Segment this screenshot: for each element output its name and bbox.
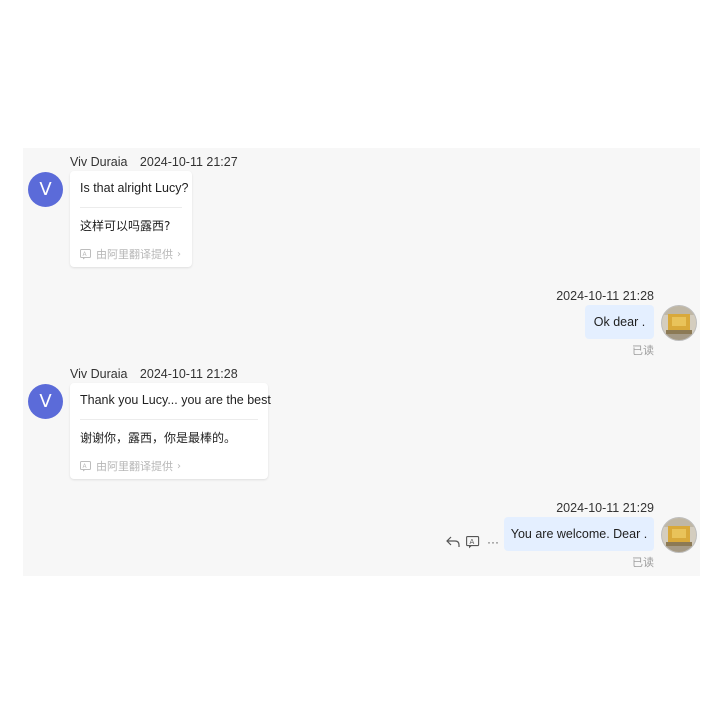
translation-credit[interactable]: A 由阿里翻译提供 › <box>80 458 181 474</box>
incoming-message: Viv Duraia 2024-10-11 21:27 V Is that al… <box>23 148 700 270</box>
message-timestamp: 2024-10-11 21:27 <box>139 155 238 169</box>
avatar[interactable] <box>661 305 697 341</box>
message-meta: Viv Duraia 2024-10-11 21:28 <box>70 367 238 381</box>
avatar[interactable] <box>661 517 697 553</box>
divider <box>80 419 258 420</box>
outgoing-message: 2024-10-11 21:29 A ··· You are welcome. … <box>23 496 700 576</box>
translate-icon[interactable]: A <box>464 534 482 550</box>
read-status: 已读 <box>632 344 654 357</box>
more-icon[interactable]: ··· <box>484 534 502 550</box>
incoming-message: Viv Duraia 2024-10-11 21:28 V Thank you … <box>23 360 700 482</box>
translated-text: 这样可以吗露西? <box>80 219 171 233</box>
message-meta: Viv Duraia 2024-10-11 21:27 <box>70 155 238 169</box>
message-bubble[interactable]: You are welcome. Dear . <box>504 517 654 551</box>
svg-text:A: A <box>83 463 88 470</box>
avatar[interactable]: V <box>28 384 63 419</box>
reply-icon[interactable] <box>444 534 462 550</box>
message-card[interactable]: Is that alright Lucy? 这样可以吗露西? A 由阿里翻译提供… <box>70 171 192 267</box>
read-status: 已读 <box>632 556 654 569</box>
svg-text:A: A <box>470 538 475 546</box>
message-card[interactable]: Thank you Lucy... you are the best 谢谢你，露… <box>70 383 271 479</box>
credit-label: 由阿里翻译提供 <box>96 460 173 473</box>
chevron-right-icon: › <box>177 248 181 260</box>
translate-icon: A <box>80 248 92 260</box>
message-bubble[interactable]: Ok dear . <box>585 305 654 339</box>
translation-credit[interactable]: A 由阿里翻译提供 › <box>80 246 181 262</box>
translate-icon: A <box>80 460 92 472</box>
message-timestamp: 2024-10-11 21:28 <box>139 367 238 381</box>
message-actions: A ··· <box>444 534 504 550</box>
outgoing-message: 2024-10-11 21:28 Ok dear . 已读 <box>23 284 700 364</box>
chevron-right-icon: › <box>177 460 181 472</box>
avatar[interactable]: V <box>28 172 63 207</box>
translated-text: 谢谢你，露西，你是最棒的。 <box>80 431 237 445</box>
message-timestamp: 2024-10-11 21:29 <box>556 501 654 515</box>
original-text: Is that alright Lucy? <box>80 181 189 195</box>
original-text: Thank you Lucy... you are the best <box>80 393 271 407</box>
sender-name[interactable]: Viv Duraia <box>70 367 127 381</box>
svg-text:A: A <box>83 251 88 258</box>
chat-history-panel: Viv Duraia 2024-10-11 21:27 V Is that al… <box>23 148 700 576</box>
sender-name[interactable]: Viv Duraia <box>70 155 127 169</box>
message-timestamp: 2024-10-11 21:28 <box>556 289 654 303</box>
credit-label: 由阿里翻译提供 <box>96 248 173 261</box>
divider <box>80 207 182 208</box>
